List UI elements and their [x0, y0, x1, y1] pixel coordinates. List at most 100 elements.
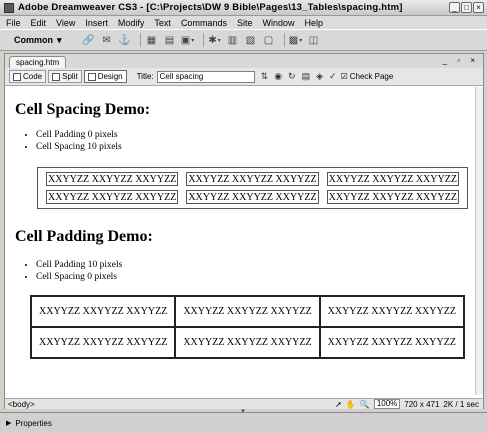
- status-bar: <body> ➚ ✋ 🔍 100% 720 x 471 2K / 1 sec: [5, 398, 483, 409]
- heading-cell-padding: Cell Padding Demo:: [15, 228, 153, 245]
- window-title: Adobe Dreamweaver CS3 - [C:\Projects\DW …: [18, 2, 403, 13]
- server-include-icon[interactable]: ▧: [244, 33, 258, 47]
- menu-window[interactable]: Window: [262, 18, 294, 28]
- comment-icon[interactable]: ▢: [262, 33, 276, 47]
- list-item: Cell Spacing 0 pixels: [36, 271, 122, 283]
- templates-icon[interactable]: ▩: [289, 33, 303, 47]
- design-view-button[interactable]: Design: [83, 70, 127, 83]
- table-cell[interactable]: XXYYZZ XXYYZZ XXYYZZ: [46, 172, 179, 186]
- table-cell[interactable]: XXYYZZ XXYYZZ XXYYZZ: [175, 296, 320, 327]
- properties-label: Properties: [15, 418, 52, 428]
- insert-bar: Common ▾ 🔗 ✉ ⚓ ▦ ▤ ▣ ✱ ▥ ▧ ▢ ▩ ◫: [0, 29, 487, 51]
- visual-aids-icon[interactable]: ◈: [316, 71, 323, 82]
- split-view-label: Split: [62, 72, 78, 81]
- menu-site[interactable]: Site: [237, 18, 253, 28]
- download-size: 2K / 1 sec: [443, 399, 479, 409]
- insert-category-dropdown[interactable]: Common ▾: [14, 35, 62, 46]
- menu-modify[interactable]: Modify: [118, 18, 145, 28]
- list-cell-spacing: Cell Padding 0 pixels Cell Spacing 10 pi…: [24, 129, 122, 153]
- menu-text[interactable]: Text: [154, 18, 171, 28]
- menu-insert[interactable]: Insert: [85, 18, 108, 28]
- list-item: Cell Padding 10 pixels: [36, 259, 122, 271]
- document-tab[interactable]: spacing.htm: [9, 56, 67, 68]
- table-cell[interactable]: XXYYZZ XXYYZZ XXYYZZ: [175, 327, 320, 358]
- list-item: Cell Spacing 10 pixels: [36, 141, 122, 153]
- tag-selector[interactable]: <body>: [8, 400, 335, 409]
- file-management-icon[interactable]: ⇅: [261, 71, 269, 82]
- document-toolbar: Code Split Design Title: ⇅ ◉ ↻ ▤ ◈ ✓ ☑ C…: [5, 68, 483, 86]
- image-icon[interactable]: ▣: [181, 33, 195, 47]
- title-bar: Adobe Dreamweaver CS3 - [C:\Projects\DW …: [0, 0, 487, 16]
- refresh-icon[interactable]: ↻: [288, 71, 296, 82]
- app-icon: [4, 2, 14, 13]
- design-view-label: Design: [97, 72, 123, 81]
- document-tab-row: spacing.htm _ ▫ ×: [5, 54, 483, 68]
- title-label: Title:: [136, 72, 154, 81]
- menu-file[interactable]: File: [6, 18, 21, 28]
- table-cell[interactable]: XXYYZZ XXYYZZ XXYYZZ: [46, 190, 179, 204]
- menu-view[interactable]: View: [56, 18, 75, 28]
- table-cell[interactable]: XXYYZZ XXYYZZ XXYYZZ: [31, 296, 176, 327]
- menu-help[interactable]: Help: [304, 18, 323, 28]
- hyperlink-icon[interactable]: 🔗: [82, 33, 96, 47]
- check-page-button[interactable]: ☑ Check Page: [341, 72, 394, 81]
- vertical-scrollbar[interactable]: [475, 87, 483, 395]
- table-cell[interactable]: XXYYZZ XXYYZZ XXYYZZ: [186, 190, 319, 204]
- window-controls: _ □ ×: [449, 2, 484, 13]
- maximize-button[interactable]: □: [461, 2, 472, 13]
- table-cell[interactable]: XXYYZZ XXYYZZ XXYYZZ: [31, 327, 176, 358]
- toolbar-divider: [139, 33, 141, 47]
- media-icon[interactable]: ✱: [208, 33, 222, 47]
- table-cell[interactable]: XXYYZZ XXYYZZ XXYYZZ: [186, 172, 319, 186]
- div-icon[interactable]: ▤: [163, 33, 177, 47]
- table-cell[interactable]: XXYYZZ XXYYZZ XXYYZZ: [326, 172, 459, 186]
- tag-chooser-icon[interactable]: ◫: [307, 33, 321, 47]
- menu-commands[interactable]: Commands: [181, 18, 227, 28]
- table-cell-padding[interactable]: XXYYZZ XXYYZZ XXYYZZ XXYYZZ XXYYZZ XXYYZ…: [30, 295, 465, 359]
- table-row: XXYYZZ XXYYZZ XXYYZZ XXYYZZ XXYYZZ XXYYZ…: [31, 296, 464, 327]
- page-title-input[interactable]: [156, 70, 255, 83]
- named-anchor-icon[interactable]: ⚓: [118, 33, 132, 47]
- table-cell[interactable]: XXYYZZ XXYYZZ XXYYZZ: [319, 327, 464, 358]
- insert-category-label: Common: [14, 35, 53, 45]
- table-cell[interactable]: XXYYZZ XXYYZZ XXYYZZ: [319, 296, 464, 327]
- list-cell-padding: Cell Padding 10 pixels Cell Spacing 0 pi…: [24, 259, 122, 283]
- table-row: XXYYZZ XXYYZZ XXYYZZ XXYYZZ XXYYZZ XXYYZ…: [31, 327, 464, 358]
- window-size[interactable]: 720 x 471: [404, 400, 439, 409]
- chevron-down-icon: ▾: [57, 34, 62, 45]
- list-item: Cell Padding 0 pixels: [36, 129, 122, 141]
- zoom-select[interactable]: 100%: [373, 399, 401, 409]
- table-row: XXYYZZ XXYYZZ XXYYZZ XXYYZZ XXYYZZ XXYYZ…: [46, 172, 459, 186]
- date-icon[interactable]: ▥: [226, 33, 240, 47]
- preview-browser-icon[interactable]: ◉: [274, 71, 282, 82]
- menu-edit[interactable]: Edit: [31, 18, 47, 28]
- table-row: XXYYZZ XXYYZZ XXYYZZ XXYYZZ XXYYZZ XXYYZ…: [46, 190, 459, 204]
- design-view-canvas[interactable]: Cell Spacing Demo: Cell Padding 0 pixels…: [5, 87, 475, 395]
- document-window: spacing.htm _ ▫ × Code Split Design Titl…: [4, 53, 484, 409]
- code-view-button[interactable]: Code: [9, 70, 47, 83]
- toolbar-divider: [283, 33, 285, 47]
- toolbar-divider: [202, 33, 204, 47]
- select-tool-icon[interactable]: ➚: [335, 400, 342, 409]
- code-view-icon: [13, 72, 21, 81]
- menu-bar: File Edit View Insert Modify Text Comman…: [0, 16, 487, 29]
- design-view-icon: [87, 72, 96, 81]
- heading-cell-spacing: Cell Spacing Demo:: [15, 101, 151, 118]
- minimize-button[interactable]: _: [449, 2, 460, 13]
- close-button[interactable]: ×: [473, 2, 484, 13]
- properties-panel-bar[interactable]: ▶ Properties: [0, 412, 487, 433]
- email-link-icon[interactable]: ✉: [100, 33, 114, 47]
- table-cell-spacing[interactable]: XXYYZZ XXYYZZ XXYYZZ XXYYZZ XXYYZZ XXYYZ…: [37, 167, 468, 209]
- expand-arrow-icon[interactable]: ▶: [6, 419, 11, 427]
- validate-markup-icon[interactable]: ✓: [329, 71, 337, 82]
- check-page-label: Check Page: [349, 72, 394, 81]
- document-window-controls[interactable]: _ ▫ ×: [443, 56, 479, 65]
- status-tools: ➚ ✋ 🔍 100% 720 x 471 2K / 1 sec: [335, 399, 483, 409]
- split-view-button[interactable]: Split: [48, 70, 82, 83]
- check-page-icon: ☑: [340, 72, 348, 81]
- zoom-tool-icon[interactable]: 🔍: [360, 400, 370, 409]
- table-cell[interactable]: XXYYZZ XXYYZZ XXYYZZ: [326, 190, 459, 204]
- table-icon[interactable]: ▦: [145, 33, 159, 47]
- hand-tool-icon[interactable]: ✋: [346, 400, 356, 409]
- view-options-icon[interactable]: ▤: [302, 71, 311, 82]
